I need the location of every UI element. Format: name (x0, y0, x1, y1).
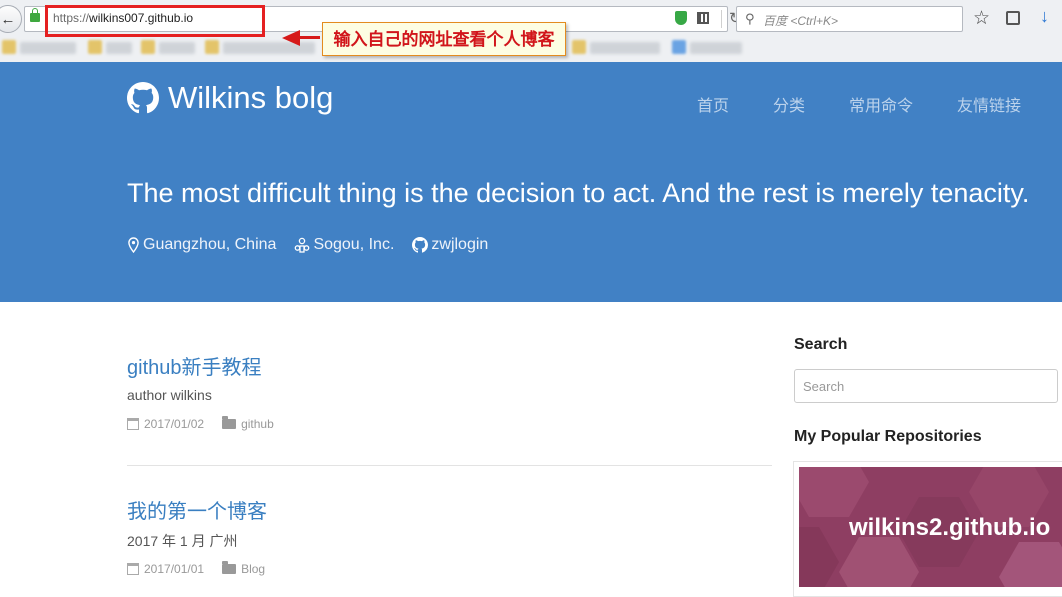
url-separator (721, 10, 722, 28)
folder-icon[interactable] (141, 40, 155, 54)
nav-links[interactable]: 友情链接 (957, 92, 1021, 116)
browser-search-bar[interactable]: ⚲ 百度 <Ctrl+K> (736, 6, 963, 32)
bookmark-item[interactable] (590, 42, 660, 54)
sidebar-search-input[interactable] (794, 369, 1058, 403)
qr-code-icon[interactable] (697, 12, 709, 24)
shield-icon[interactable] (675, 11, 687, 25)
company-item: Sogou, Inc. (294, 236, 394, 254)
post-meta: 2017/01/01 Blog (127, 561, 265, 576)
site-tagline: The most difficult thing is the decision… (127, 178, 1030, 208)
github-item[interactable]: zwjlogin (412, 236, 488, 254)
lock-icon (30, 8, 40, 22)
post-date: 2017/01/02 (144, 417, 205, 431)
folder-icon[interactable] (88, 40, 102, 54)
folder-icon (222, 561, 237, 574)
post-title[interactable]: 我的第一个博客 (127, 495, 267, 524)
github-icon (412, 237, 429, 253)
annotation-arrow-head (282, 30, 300, 46)
nav-commands[interactable]: 常用命令 (849, 92, 913, 116)
repo-card[interactable]: wilkins2.github.io (799, 467, 1062, 587)
annotation-callout: 输入自己的网址查看个人博客 (322, 22, 566, 56)
post-meta: 2017/01/02 github (127, 416, 274, 431)
back-button[interactable]: ← (0, 5, 22, 33)
folder-icon[interactable] (572, 40, 586, 54)
post-category[interactable]: github (241, 417, 274, 431)
site-header: Wilkins bolg 首页 分类 常用命令 友情链接 The most di… (0, 62, 1062, 302)
repo-name: wilkins2.github.io (849, 514, 1051, 541)
nav-home[interactable]: 首页 (697, 92, 729, 116)
url-highlight-box (45, 5, 265, 37)
search-icon: ⚲ (745, 11, 755, 26)
github-username: zwjlogin (431, 236, 489, 253)
post-subtitle: 2017 年 1 月 广州 (127, 533, 238, 549)
folder-icon (222, 416, 237, 429)
map-pin-icon (128, 237, 139, 253)
nav-categories[interactable]: 分类 (773, 92, 805, 116)
sidebar-repos-heading: My Popular Repositories (794, 428, 982, 445)
github-logo-icon (127, 82, 159, 114)
back-arrow-icon: ← (0, 10, 16, 28)
post-subtitle: author wilkins (127, 387, 212, 403)
bookmark-item[interactable] (106, 42, 132, 54)
bookmark-item[interactable] (20, 42, 76, 54)
reading-list-icon[interactable] (1006, 11, 1020, 25)
post-date: 2017/01/01 (144, 562, 205, 576)
repo-card-frame: wilkins2.github.io (793, 461, 1062, 597)
browser-search-placeholder: 百度 <Ctrl+K> (763, 14, 839, 28)
site-brand[interactable]: Wilkins bolg (127, 78, 333, 118)
company-text: Sogou, Inc. (313, 236, 395, 253)
profile-meta: Guangzhou, China Sogou, Inc. zwjlogin (127, 236, 506, 254)
download-icon[interactable]: ↓ (1040, 6, 1049, 27)
location-item: Guangzhou, China (127, 236, 276, 254)
folder-icon[interactable] (2, 40, 16, 54)
bookmark-item[interactable] (690, 42, 742, 54)
bookmark-star-icon[interactable]: ☆ (973, 7, 990, 30)
location-text: Guangzhou, China (143, 236, 277, 253)
annotation-arrow-line (300, 36, 320, 39)
post-title[interactable]: github新手教程 (127, 351, 262, 380)
bookmark-item[interactable] (223, 42, 315, 54)
bookmark-item[interactable] (159, 42, 195, 54)
post-category[interactable]: Blog (241, 562, 265, 576)
sidebar-search-heading: Search (794, 336, 848, 353)
folder-icon[interactable] (205, 40, 219, 54)
post-divider (127, 465, 772, 466)
brand-name: Wilkins bolg (168, 80, 334, 115)
calendar-icon (127, 418, 139, 430)
bookmark-icon[interactable] (672, 40, 686, 54)
calendar-icon (127, 563, 139, 575)
organization-icon (295, 237, 310, 253)
